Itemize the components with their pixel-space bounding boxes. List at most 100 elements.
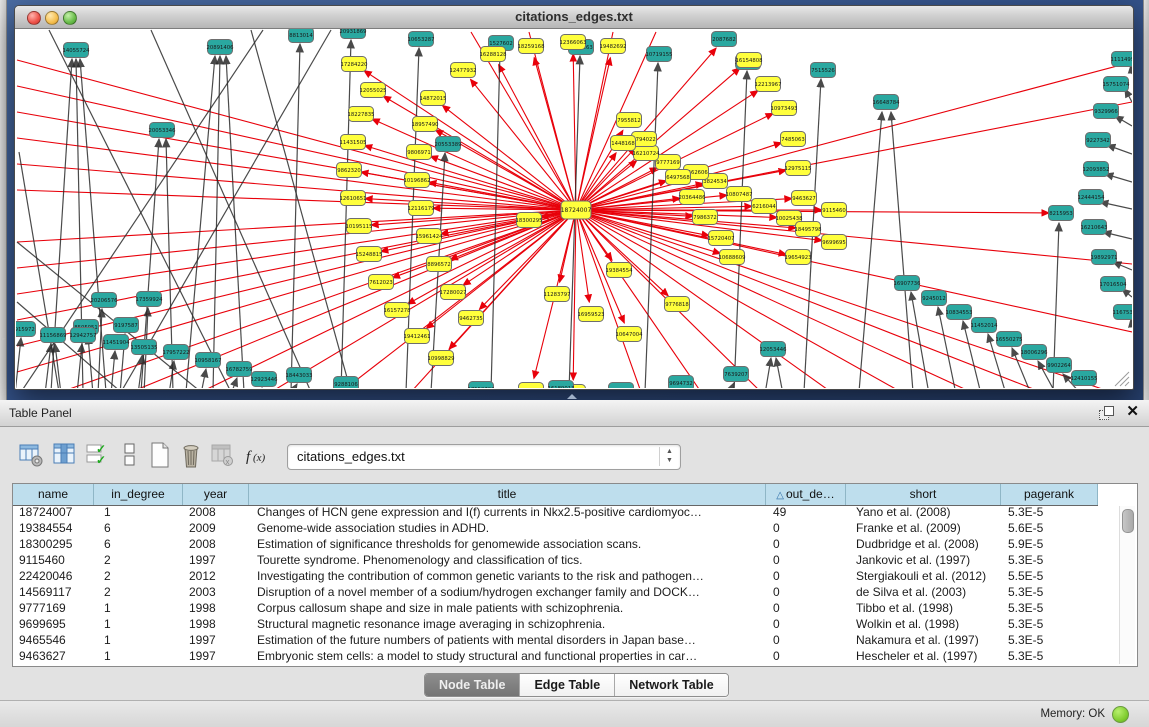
float-panel-icon[interactable] [1099, 406, 1113, 420]
function-builder-icon[interactable]: f (x) [243, 440, 273, 470]
graph-node[interactable]: 12053446 [760, 342, 788, 357]
graph-node[interactable]: 17359924 [136, 292, 164, 307]
table-row[interactable]: 969969511998Structural magnetic resonanc… [13, 617, 1098, 633]
column-header-out_de[interactable]: △out_de… [766, 484, 846, 505]
graph-node[interactable]: 8896572 [427, 257, 452, 272]
graph-node[interactable]: 7955812 [617, 113, 642, 128]
graph-node[interactable]: 16907736 [894, 276, 922, 291]
scrollbar-thumb[interactable] [1122, 509, 1134, 533]
graph-node[interactable]: 7612023 [369, 275, 394, 290]
graph-node[interactable]: 20891406 [207, 40, 235, 55]
graph-node[interactable]: 16210724 [633, 146, 661, 161]
select-rows-icon[interactable]: ✓✓ [84, 440, 110, 470]
graph-node[interactable]: 14055724 [63, 43, 91, 58]
graph-node[interactable]: 20206576 [91, 293, 119, 308]
graph-node[interactable]: 10998829 [428, 351, 455, 366]
graph-node[interactable]: 20364486 [679, 190, 707, 205]
graph-node[interactable]: 13505135 [131, 340, 158, 355]
graph-node[interactable]: 16154808 [736, 53, 764, 68]
table-row[interactable]: 977716911998Corpus callosum shape and si… [13, 601, 1098, 617]
graph-node[interactable]: 17284220 [341, 57, 369, 72]
graph-node[interactable]: 10195115 [346, 219, 373, 234]
graph-node[interactable]: 10807487 [726, 187, 753, 202]
table-row[interactable]: 1456911722003Disruption of a novel membe… [13, 585, 1098, 601]
graph-node[interactable]: 12477932 [450, 63, 477, 78]
memory-status-led[interactable] [1112, 706, 1129, 723]
column-header-title[interactable]: title [249, 484, 766, 505]
graph-node[interactable]: 16288128 [480, 47, 508, 62]
graph-node[interactable]: 9462735 [459, 311, 484, 326]
graph-node[interactable]: 10688609 [719, 250, 746, 265]
graph-node[interactable]: 11156869 [40, 328, 67, 343]
close-panel-icon[interactable]: ✕ [1126, 403, 1139, 421]
graph-node[interactable]: 12586817 [518, 383, 545, 389]
graph-node[interactable]: 2087682 [712, 32, 737, 47]
graph-node[interactable]: 12366063 [560, 35, 587, 50]
graph-node[interactable]: 3915972 [16, 322, 36, 337]
graph-node[interactable]: 9699695 [822, 235, 847, 250]
graph-node[interactable]: 12410155 [1071, 371, 1098, 386]
graph-node[interactable]: 18957490 [412, 117, 440, 132]
graph-node[interactable]: 1448168 [611, 136, 636, 151]
graph-node[interactable]: 18259168 [518, 39, 546, 54]
graph-node[interactable]: 12923446 [251, 372, 279, 387]
table-settings-icon[interactable] [18, 440, 44, 470]
graph-node[interactable]: 9245012 [922, 291, 947, 306]
graph-node[interactable]: 18495798 [795, 222, 823, 237]
graph-node[interactable]: 10196862 [404, 173, 431, 188]
table-row[interactable]: 1938455462009Genome-wide association stu… [13, 521, 1098, 537]
graph-node[interactable]: 11114997 [1111, 52, 1132, 67]
graph-node[interactable]: 18227835 [348, 107, 375, 122]
graph-node[interactable]: 12055025 [360, 83, 387, 98]
row-height-icon[interactable] [117, 440, 143, 470]
graph-node[interactable]: 9227342 [1086, 133, 1111, 148]
table-row[interactable]: 946554611997Estimation of the future num… [13, 633, 1098, 649]
graph-node[interactable]: 10719155 [646, 47, 673, 62]
new-table-icon[interactable] [147, 440, 173, 470]
network-canvas[interactable]: 14055724 20891406 8813014 20931869 10653… [16, 29, 1132, 388]
graph-node[interactable]: 17016504 [1100, 277, 1128, 292]
graph-node[interactable]: 10973493 [771, 101, 798, 116]
table-vertical-scrollbar[interactable] [1119, 506, 1135, 664]
graph-node[interactable]: 10834553 [946, 305, 973, 320]
table-row[interactable]: 1830029562008Estimation of significance … [13, 537, 1098, 553]
graph-node[interactable]: 9694732 [669, 376, 694, 389]
graph-node[interactable]: 9329966 [1094, 104, 1119, 119]
graph-node[interactable]: 14872015 [420, 91, 447, 106]
graph-node[interactable]: 15720407 [708, 231, 735, 246]
graph-node[interactable]: 11451904 [103, 335, 131, 350]
graph-node[interactable]: 15751074 [1103, 77, 1131, 92]
graph-node[interactable]: 17957222 [163, 345, 190, 360]
column-header-name[interactable]: name [13, 484, 94, 505]
graph-node[interactable]: 19654923 [785, 250, 812, 265]
graph-node[interactable]: 18724007 [561, 201, 592, 219]
graph-node[interactable]: 17280027 [440, 285, 467, 300]
graph-node[interactable]: 12942757 [70, 328, 97, 343]
graph-node[interactable]: 16189013 [548, 381, 575, 389]
table-row[interactable]: 946362711997Embryonic stem cells: a mode… [13, 649, 1098, 665]
graph-node[interactable]: 6497568 [666, 170, 691, 185]
graph-node[interactable]: 9115460 [822, 203, 847, 218]
column-header-in_degree[interactable]: in_degree [94, 484, 183, 505]
graph-node[interactable]: 20931869 [340, 29, 367, 39]
graph-node[interactable]: 15961424 [416, 229, 444, 244]
tab-network-table[interactable]: Network Table [615, 674, 728, 696]
graph-node[interactable]: 18300295 [516, 213, 543, 228]
graph-node[interactable]: 9197587 [114, 318, 139, 333]
graph-node[interactable]: 16959523 [578, 307, 605, 322]
delete-table-icon[interactable] [178, 440, 204, 470]
tab-node-table[interactable]: Node Table [425, 674, 520, 696]
column-header-short[interactable]: short [846, 484, 1001, 505]
graph-node[interactable]: 20053346 [149, 123, 177, 138]
graph-node[interactable]: 11283797 [544, 287, 571, 302]
graph-node[interactable]: 6216044 [752, 199, 777, 214]
graph-node[interactable]: 15248815 [356, 247, 383, 262]
graph-node[interactable]: 7986372 [693, 210, 718, 225]
graph-node[interactable]: 19384554 [606, 263, 634, 278]
graph-node[interactable]: 11431505 [340, 135, 367, 150]
graph-node[interactable]: 19412461 [404, 329, 431, 344]
panel-collapse-arrow[interactable]: ▸ [1, 334, 5, 343]
graph-node[interactable]: 11675335 [1113, 305, 1132, 320]
graph-node[interactable]: 17558700 [468, 382, 496, 389]
panel-splitter-handle[interactable] [567, 394, 577, 399]
